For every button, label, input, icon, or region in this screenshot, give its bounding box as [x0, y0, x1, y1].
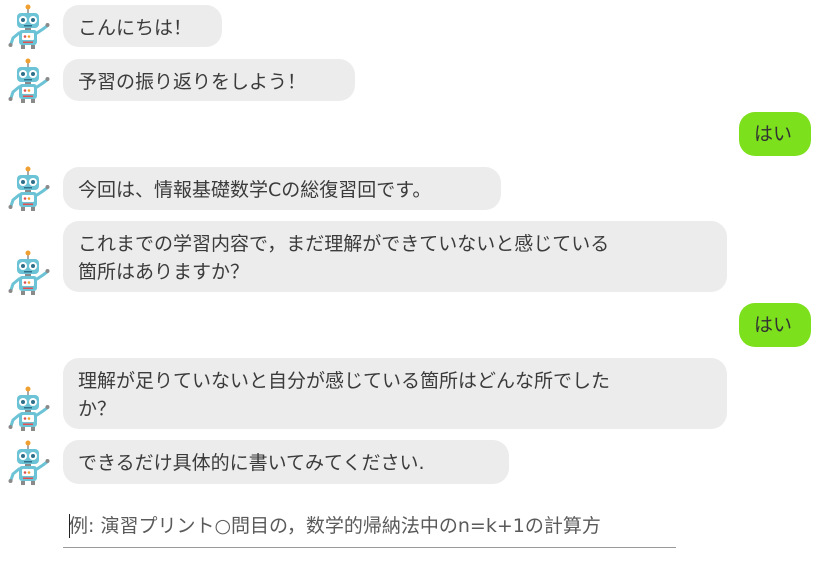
bot-message: 予習の振り返りをしよう！ [63, 59, 355, 101]
bot-message: 理解が足りていないと自分が感じている箇所はどんな所でした か？ [63, 358, 727, 429]
text-caret [69, 514, 70, 538]
bot-message: できるだけ具体的に書いてみてください. [63, 440, 509, 484]
robot-icon [7, 58, 51, 104]
user-message: はい [739, 303, 811, 347]
bot-message: これまでの学習内容で，まだ理解ができていないと感じている 箇所はありますか？ [63, 221, 727, 292]
robot-icon [7, 386, 51, 432]
robot-icon [7, 440, 51, 486]
bot-message: 今回は、情報基礎数学Cの総復習回です。 [63, 167, 501, 210]
answer-input[interactable] [69, 509, 669, 543]
robot-icon [7, 250, 51, 296]
answer-input-container [63, 505, 676, 548]
robot-icon [7, 4, 51, 50]
robot-icon [7, 166, 51, 212]
bot-message: こんにちは！ [63, 5, 222, 47]
user-message: はい [739, 112, 811, 156]
